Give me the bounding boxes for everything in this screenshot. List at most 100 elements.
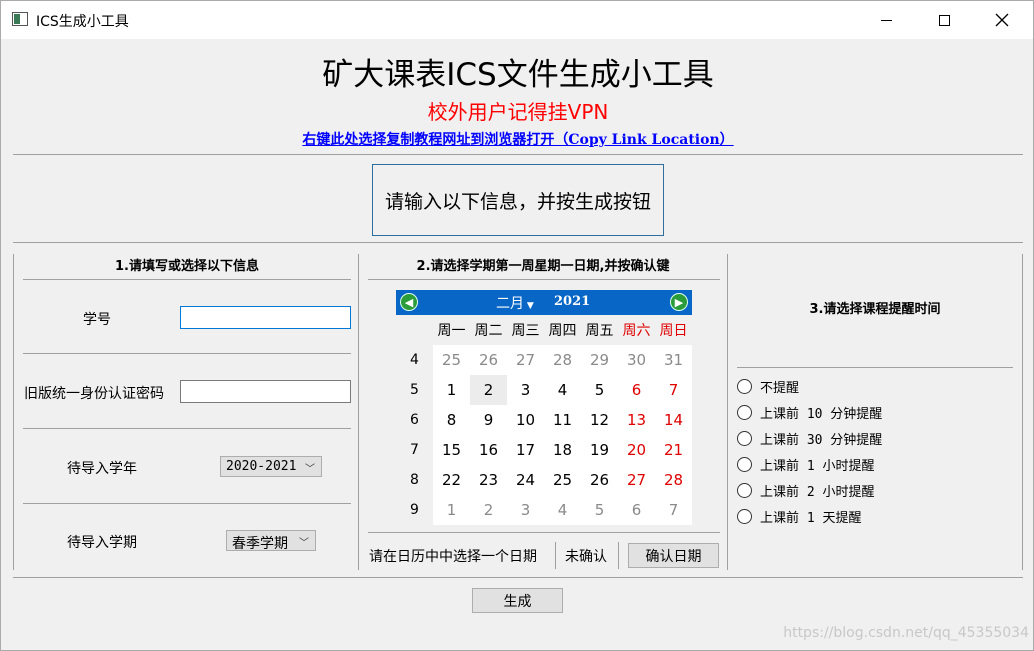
calendar-day[interactable]: 28 (544, 345, 581, 375)
calendar-day[interactable]: 10 (507, 405, 544, 435)
calendar-day[interactable]: 27 (507, 345, 544, 375)
week-number: 9 (410, 502, 419, 518)
window-title: ICS生成小工具 (36, 14, 129, 30)
reminder-option[interactable]: 上课前 2 小时提醒 (737, 480, 874, 500)
section3-title: 3.请选择课程提醒时间 (809, 302, 941, 317)
radio-icon[interactable] (737, 508, 752, 524)
reminder-option-label: 上课前 1 天提醒 (760, 510, 862, 526)
year-select-value: 2020-2021 (226, 459, 297, 474)
reminder-option[interactable]: 上课前 10 分钟提醒 (737, 402, 882, 422)
previous-month-button[interactable]: ◀ (400, 293, 418, 311)
calendar-day[interactable]: 26 (581, 465, 618, 495)
calendar-day[interactable]: 20 (618, 435, 655, 465)
confirm-date-button[interactable]: 确认日期 (628, 543, 719, 568)
password-input[interactable] (180, 380, 351, 403)
calendar-day[interactable]: 7 (655, 375, 692, 405)
title-bar: ICS生成小工具 (1, 1, 1033, 39)
calendar-day[interactable]: 5 (581, 495, 618, 525)
group-border-bottom (13, 577, 1023, 578)
close-button[interactable] (973, 1, 1031, 39)
calendar-day[interactable]: 27 (618, 465, 655, 495)
term-select[interactable]: 春季学期 ﹀ (226, 530, 316, 552)
calendar-year[interactable]: 2021 (554, 294, 590, 309)
calendar-day[interactable]: 29 (581, 345, 618, 375)
vpn-notice: 校外用户记得挂VPN (427, 100, 609, 124)
group-border-right (1022, 254, 1023, 570)
calendar-day[interactable]: 4 (544, 495, 581, 525)
divider (23, 353, 351, 354)
arrow-right-icon: ▶ (674, 295, 684, 309)
calendar-day[interactable]: 19 (581, 435, 618, 465)
calendar-day[interactable]: 5 (581, 375, 618, 405)
calendar-day[interactable]: 3 (507, 495, 544, 525)
student-id-label: 学号 (83, 312, 111, 328)
radio-icon[interactable] (737, 456, 752, 472)
calendar-day[interactable]: 3 (507, 375, 544, 405)
calendar-day[interactable]: 23 (470, 465, 507, 495)
year-select[interactable]: 2020-2021 ﹀ (220, 456, 322, 477)
calendar-month[interactable]: 二月 ▼ (496, 293, 534, 313)
calendar-day[interactable]: 13 (618, 405, 655, 435)
calendar-day[interactable]: 28 (655, 465, 692, 495)
radio-icon[interactable] (737, 430, 752, 446)
divider (23, 428, 351, 429)
calendar-day[interactable]: 25 (544, 465, 581, 495)
reminder-option[interactable]: 不提醒 (737, 376, 799, 396)
calendar-day[interactable]: 24 (507, 465, 544, 495)
calendar-day[interactable]: 15 (433, 435, 470, 465)
calendar-day[interactable]: 30 (618, 345, 655, 375)
reminder-option[interactable]: 上课前 1 天提醒 (737, 506, 861, 526)
calendar-day[interactable]: 9 (470, 405, 507, 435)
radio-icon[interactable] (737, 482, 752, 498)
prompt-box: 请输入以下信息，并按生成按钮 (372, 164, 664, 236)
reminder-option[interactable]: 上课前 30 分钟提醒 (737, 428, 882, 448)
reminder-option-label: 不提醒 (760, 380, 800, 396)
calendar-day[interactable]: 6 (618, 495, 655, 525)
generate-button[interactable]: 生成 (472, 588, 563, 613)
calendar-day[interactable]: 31 (655, 345, 692, 375)
term-label: 待导入学期 (67, 535, 137, 551)
divider (23, 279, 351, 280)
calendar-grid: 周一 周二 周三 周四 周五 周六 周日 4 25 26 27 28 29 30 31 5 1 2 3 4 5 6 7 6 8 9… (396, 315, 692, 525)
calendar-day[interactable]: 26 (470, 345, 507, 375)
calendar-day[interactable]: 1 (433, 495, 470, 525)
week-number: 5 (410, 382, 419, 398)
divider (23, 503, 351, 504)
calendar-day[interactable]: 21 (655, 435, 692, 465)
radio-icon[interactable] (737, 378, 752, 394)
radio-icon[interactable] (737, 404, 752, 420)
tutorial-link[interactable]: 右键此处选择复制教程网址到浏览器打开（Copy Link Location） (1, 129, 1034, 149)
divider (555, 542, 556, 569)
calendar-day[interactable]: 18 (544, 435, 581, 465)
group-border-left (13, 254, 14, 570)
calendar-day[interactable]: 7 (655, 495, 692, 525)
calendar-day[interactable]: 12 (581, 405, 618, 435)
calendar-day[interactable]: 2 (470, 375, 507, 405)
date-status: 未确认 (565, 549, 607, 565)
student-id-input[interactable] (180, 306, 351, 329)
reminder-option[interactable]: 上课前 1 小时提醒 (737, 454, 874, 474)
calendar-day[interactable]: 6 (618, 375, 655, 405)
reminder-option-label: 上课前 10 分钟提醒 (760, 406, 883, 422)
calendar-day[interactable]: 14 (655, 405, 692, 435)
calendar-day[interactable]: 2 (470, 495, 507, 525)
section2-title: 2.请选择学期第一周星期一日期,并按确认键 (416, 259, 670, 274)
prompt-text: 请输入以下信息，并按生成按钮 (384, 190, 651, 213)
page-title: 矿大课表ICS文件生成小工具 (322, 57, 714, 93)
calendar-day[interactable]: 4 (544, 375, 581, 405)
divider (368, 532, 720, 533)
maximize-button[interactable] (915, 1, 973, 39)
calendar-day[interactable]: 11 (544, 405, 581, 435)
calendar-day[interactable]: 8 (433, 405, 470, 435)
week-number: 4 (410, 352, 419, 368)
column-divider (358, 254, 359, 570)
calendar-day[interactable]: 16 (470, 435, 507, 465)
weekday-header: 周六 (622, 323, 651, 339)
calendar-day[interactable]: 22 (433, 465, 470, 495)
calendar-day[interactable]: 25 (433, 345, 470, 375)
calendar-day[interactable]: 17 (507, 435, 544, 465)
next-month-button[interactable]: ▶ (670, 293, 688, 311)
minimize-icon (880, 19, 892, 21)
calendar-day[interactable]: 1 (433, 375, 470, 405)
minimize-button[interactable] (857, 1, 915, 39)
